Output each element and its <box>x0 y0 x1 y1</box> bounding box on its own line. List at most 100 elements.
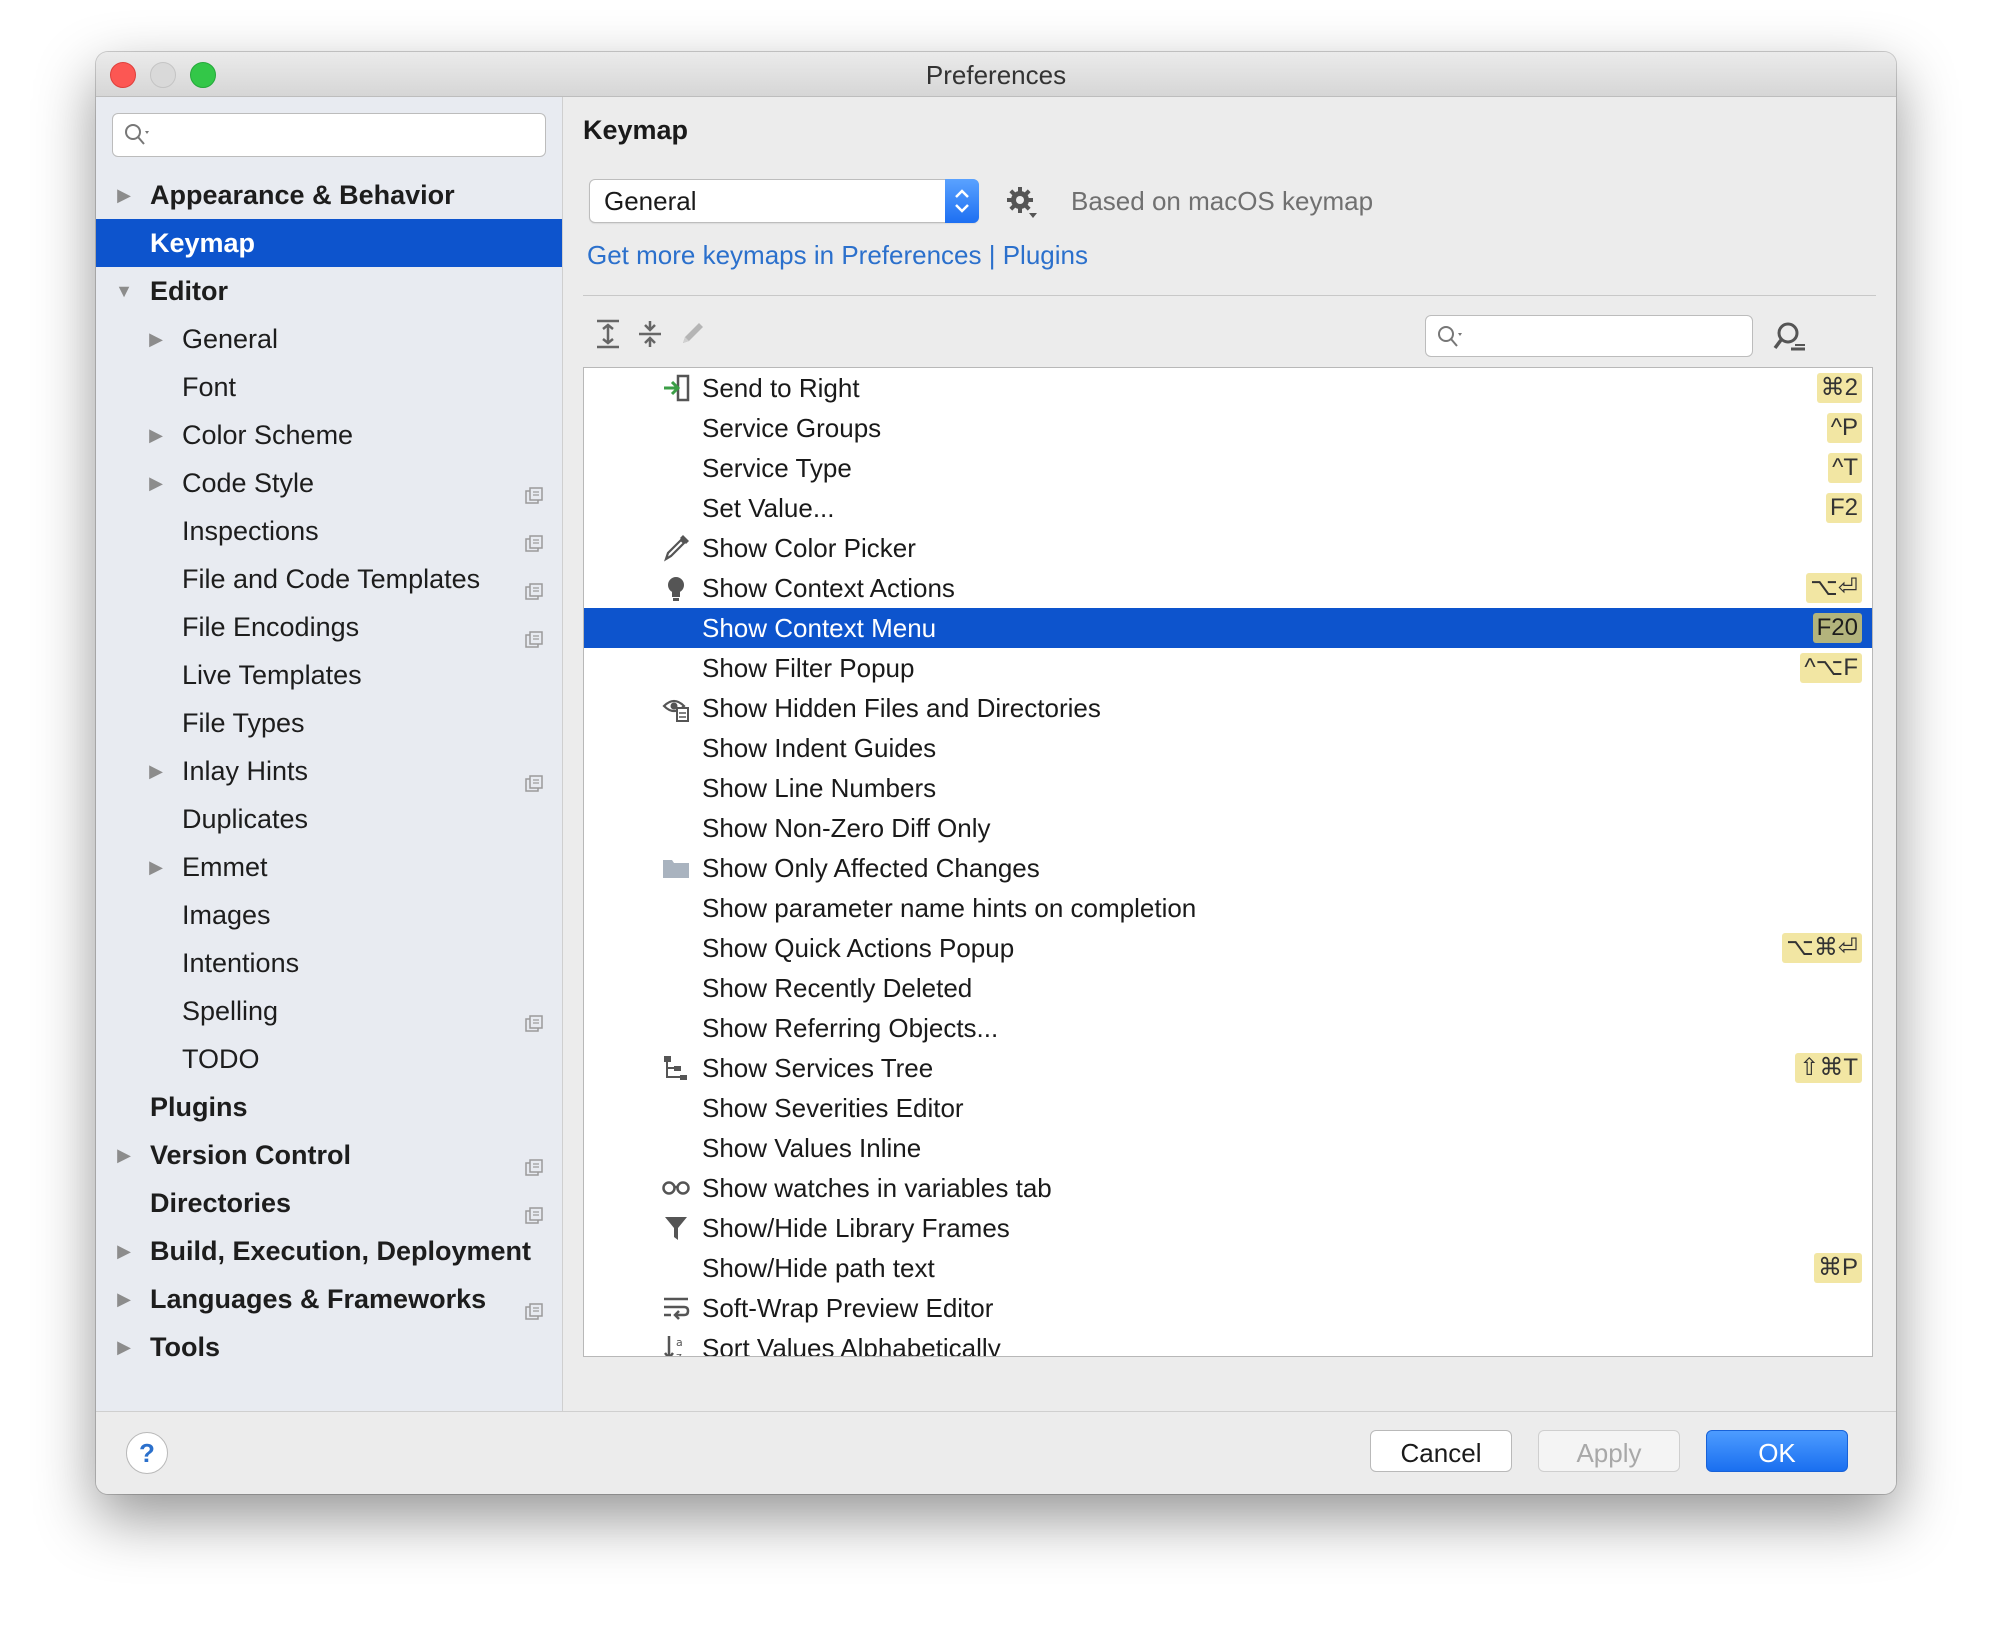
chevron-right-icon[interactable]: ▶ <box>146 747 166 795</box>
chevron-right-icon[interactable]: ▶ <box>114 1131 134 1179</box>
chevron-down-icon[interactable]: ▼ <box>114 267 134 315</box>
preferences-link[interactable]: Preferences <box>841 240 981 270</box>
sidebar-item-font[interactable]: Font <box>96 363 562 411</box>
expand-all-icon[interactable] <box>591 317 625 351</box>
sidebar-item-version-control[interactable]: ▶ Version Control <box>96 1131 562 1179</box>
sidebar-item-todo[interactable]: TODO <box>96 1035 562 1083</box>
sidebar-item-appearance-behavior[interactable]: ▶ Appearance & Behavior <box>96 171 562 219</box>
sidebar-item-duplicates[interactable]: Duplicates <box>96 795 562 843</box>
action-search-box[interactable] <box>1425 315 1753 357</box>
action-list[interactable]: Send to Right ⌘2 Service Groups ^P Service T… <box>583 367 1873 1357</box>
sidebar-item-inspections[interactable]: Inspections <box>96 507 562 555</box>
shortcut-badge: ⇧⌘T <box>1795 1053 1862 1083</box>
action-row[interactable]: Show Hidden Files and Directories <box>584 688 1872 728</box>
action-row[interactable]: Show Only Affected Changes <box>584 848 1872 888</box>
sidebar-item-inlay-hints[interactable]: ▶ Inlay Hints <box>96 747 562 795</box>
sidebar-item-live-templates[interactable]: Live Templates <box>96 651 562 699</box>
plugins-link[interactable]: Plugins <box>1003 240 1088 270</box>
sidebar-item-images[interactable]: Images <box>96 891 562 939</box>
settings-search-box[interactable] <box>112 113 546 157</box>
action-row[interactable]: Show Values Inline <box>584 1128 1872 1168</box>
color-picker-icon <box>662 534 690 562</box>
sidebar-item-file-types[interactable]: File Types <box>96 699 562 747</box>
help-button[interactable]: ? <box>126 1432 168 1474</box>
action-search-input[interactable] <box>1466 320 1746 352</box>
chevron-right-icon[interactable]: ▶ <box>146 459 166 507</box>
search-icon[interactable] <box>1436 324 1466 350</box>
chevron-right-icon[interactable]: ▶ <box>146 411 166 459</box>
sidebar-item-label: File and Code Templates <box>182 564 481 594</box>
action-row[interactable]: Show Context Actions ⌥⏎ <box>584 568 1872 608</box>
action-row[interactable]: Show Services Tree ⇧⌘T <box>584 1048 1872 1088</box>
glasses-icon <box>662 1174 690 1202</box>
chevron-right-icon[interactable]: ▶ <box>146 843 166 891</box>
sidebar-item-label: Editor <box>150 276 228 306</box>
sidebar-item-label: File Types <box>182 708 305 738</box>
apply-button[interactable]: Apply <box>1538 1430 1680 1472</box>
sidebar-item-code-style[interactable]: ▶ Code Style <box>96 459 562 507</box>
action-row[interactable]: Show watches in variables tab <box>584 1168 1872 1208</box>
action-row[interactable]: Service Type ^T <box>584 448 1872 488</box>
cancel-button[interactable]: Cancel <box>1370 1430 1512 1472</box>
sidebar-item-intentions[interactable]: Intentions <box>96 939 562 987</box>
action-row[interactable]: Show/Hide Library Frames <box>584 1208 1872 1248</box>
sidebar-item-languages-frameworks[interactable]: ▶ Languages & Frameworks <box>96 1275 562 1323</box>
find-by-shortcut-icon[interactable] <box>1771 319 1809 355</box>
ok-button[interactable]: OK <box>1706 1430 1848 1472</box>
sidebar-item-emmet[interactable]: ▶ Emmet <box>96 843 562 891</box>
action-row[interactable]: Send to Right ⌘2 <box>584 368 1872 408</box>
send-right-icon <box>662 374 690 402</box>
chevron-right-icon[interactable]: ▶ <box>114 171 134 219</box>
keymap-select[interactable]: General <box>589 179 979 223</box>
collapse-all-icon[interactable] <box>633 317 667 351</box>
action-label: Service Groups <box>702 413 882 443</box>
edit-shortcut-icon[interactable] <box>675 317 709 351</box>
title-bar[interactable]: Preferences <box>96 52 1896 97</box>
action-row[interactable]: Show Indent Guides <box>584 728 1872 768</box>
sidebar-item-keymap[interactable]: Keymap <box>96 219 562 267</box>
search-icon[interactable] <box>123 122 153 148</box>
project-scope-icon <box>524 521 544 552</box>
action-row[interactable]: a z Sort Values Alphabetically <box>584 1328 1872 1357</box>
action-row[interactable]: Show Color Picker <box>584 528 1872 568</box>
sidebar-item-directories[interactable]: Directories <box>96 1179 562 1227</box>
select-stepper-icon[interactable] <box>945 179 979 223</box>
keymap-panel: Keymap General Based on macOS keymap Get… <box>563 97 1896 1411</box>
action-row[interactable]: Show Line Numbers <box>584 768 1872 808</box>
sidebar-item-build-execution-deployment[interactable]: ▶ Build, Execution, Deployment <box>96 1227 562 1275</box>
action-row[interactable]: Set Value... F2 <box>584 488 1872 528</box>
action-row[interactable]: Show Recently Deleted <box>584 968 1872 1008</box>
action-row[interactable]: Show Non-Zero Diff Only <box>584 808 1872 848</box>
action-row[interactable]: Show Quick Actions Popup ⌥⌘⏎ <box>584 928 1872 968</box>
action-row[interactable]: Soft-Wrap Preview Editor <box>584 1288 1872 1328</box>
sidebar-item-editor[interactable]: ▼ Editor <box>96 267 562 315</box>
svg-text:z: z <box>676 1350 682 1357</box>
sidebar-item-tools[interactable]: ▶ Tools <box>96 1323 562 1371</box>
action-label: Show Context Actions <box>702 573 955 603</box>
sidebar-item-color-scheme[interactable]: ▶ Color Scheme <box>96 411 562 459</box>
keymap-select-value: General <box>604 186 697 216</box>
sidebar-item-spelling[interactable]: Spelling <box>96 987 562 1035</box>
action-row[interactable]: Show Filter Popup ^⌥F <box>584 648 1872 688</box>
action-label: Show Hidden Files and Directories <box>702 693 1101 723</box>
action-row[interactable]: Service Groups ^P <box>584 408 1872 448</box>
action-row[interactable]: Show parameter name hints on completion <box>584 888 1872 928</box>
sidebar-item-file-and-code-templates[interactable]: File and Code Templates <box>96 555 562 603</box>
action-row[interactable]: Show/Hide path text ⌘P <box>584 1248 1872 1288</box>
sidebar-item-label: Version Control <box>150 1140 352 1170</box>
action-row[interactable]: Show Severities Editor <box>584 1088 1872 1128</box>
action-label: Show parameter name hints on completion <box>702 893 1197 923</box>
sidebar-item-general[interactable]: ▶ General <box>96 315 562 363</box>
chevron-right-icon[interactable]: ▶ <box>114 1323 134 1371</box>
action-row[interactable]: Show Referring Objects... <box>584 1008 1872 1048</box>
sidebar-item-file-encodings[interactable]: File Encodings <box>96 603 562 651</box>
sidebar-item-plugins[interactable]: Plugins <box>96 1083 562 1131</box>
chevron-right-icon[interactable]: ▶ <box>114 1227 134 1275</box>
shortcut-badge: ⌥⌘⏎ <box>1782 933 1862 963</box>
action-row[interactable]: Show Context Menu F20 <box>584 608 1872 648</box>
keymap-gear-icon[interactable] <box>1005 185 1039 219</box>
chevron-right-icon[interactable]: ▶ <box>146 315 166 363</box>
get-more-prefix-link[interactable]: Get more keymaps in <box>587 240 841 270</box>
chevron-right-icon[interactable]: ▶ <box>114 1275 134 1323</box>
settings-search-input[interactable] <box>153 118 537 152</box>
